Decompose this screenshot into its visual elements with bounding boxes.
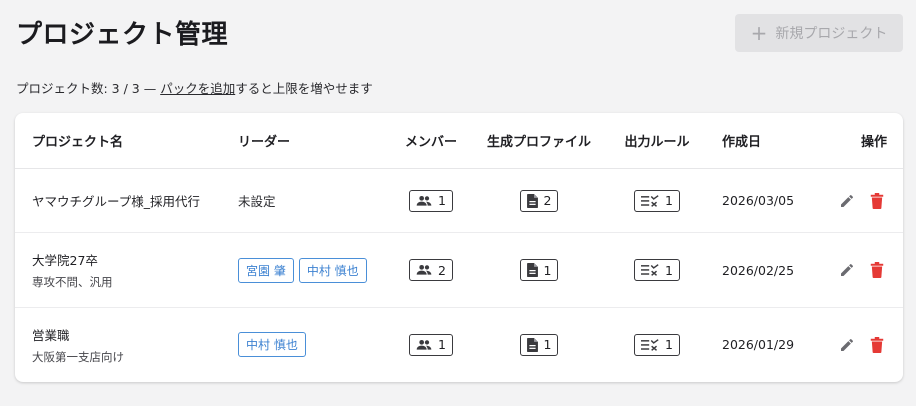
trash-icon[interactable] xyxy=(867,260,887,280)
members-count: 1 xyxy=(438,193,446,208)
profile-badge[interactable]: 2 xyxy=(519,189,559,212)
date-cell: 2026/03/05 xyxy=(722,169,822,232)
created-date: 2026/01/29 xyxy=(722,337,795,352)
rule-count: 1 xyxy=(665,193,673,208)
trash-icon[interactable] xyxy=(867,191,887,211)
profile-badge[interactable]: 1 xyxy=(519,259,559,281)
members-badge[interactable]: 1 xyxy=(409,333,453,356)
project-name: 営業職 xyxy=(32,327,70,343)
members-badge[interactable]: 1 xyxy=(409,189,453,212)
members-cell: 1 xyxy=(401,169,461,232)
leader-cell: 中村 慎也 xyxy=(238,308,398,381)
rule-cell: 1 xyxy=(615,169,699,232)
rule-cell: 1 xyxy=(615,308,699,381)
members-count: 2 xyxy=(438,262,446,278)
pencil-icon[interactable] xyxy=(837,260,857,280)
document-icon xyxy=(526,193,538,208)
column-header-leader: リーダー xyxy=(238,135,291,150)
project-name: 大学院27卒 xyxy=(32,253,98,268)
ops-cell xyxy=(823,233,887,307)
project-name: ヤマウチグループ様_採用代行 xyxy=(32,194,201,209)
name-cell: 大学院27卒専攻不問、汎用 xyxy=(32,233,232,307)
rule-badge[interactable]: 1 xyxy=(634,189,680,212)
document-icon xyxy=(526,263,538,277)
new-project-button[interactable]: + 新規プロジェクト xyxy=(735,14,903,52)
add-pack-link[interactable]: パックを追加 xyxy=(160,81,235,96)
members-badge[interactable]: 2 xyxy=(409,259,453,281)
document-icon xyxy=(526,337,538,352)
project-count-suffix: すると上限を増やせます xyxy=(235,81,373,96)
column-header-ops: 操作 xyxy=(860,135,887,150)
people-icon xyxy=(416,195,432,207)
pencil-icon[interactable] xyxy=(837,335,857,355)
leader-chip[interactable]: 中村 慎也 xyxy=(238,332,306,357)
trash-icon[interactable] xyxy=(867,335,887,355)
members-cell: 2 xyxy=(401,233,461,307)
profile-cell: 1 xyxy=(481,233,597,307)
pencil-icon[interactable] xyxy=(837,191,857,211)
rule-count: 1 xyxy=(665,262,673,278)
leader-cell: 未設定 xyxy=(238,169,398,232)
new-project-label: 新規プロジェクト xyxy=(775,26,888,42)
date-cell: 2026/02/25 xyxy=(722,233,822,307)
project-description: 大阪第一支店向け xyxy=(32,349,124,364)
rule-badge[interactable]: 1 xyxy=(634,259,680,281)
leader-unset: 未設定 xyxy=(238,194,276,209)
profile-count: 1 xyxy=(543,262,552,278)
profile-badge[interactable]: 1 xyxy=(519,333,559,356)
profile-cell: 1 xyxy=(481,308,597,381)
name-cell: ヤマウチグループ様_採用代行 xyxy=(32,169,232,232)
created-date: 2026/02/25 xyxy=(722,262,795,278)
table-row[interactable]: 大学院27卒 専攻不問、汎用 宮園 肇中村 慎也 2 1 1 2026/02/25 xyxy=(15,233,903,308)
profile-count: 2 xyxy=(543,193,552,208)
leader-chip[interactable]: 宮園 肇 xyxy=(238,257,294,283)
profile-cell: 2 xyxy=(481,169,597,232)
column-header-date: 作成日 xyxy=(722,135,762,150)
table-row[interactable]: 営業職 大阪第一支店向け 中村 慎也 1 1 1 2026/01/29 xyxy=(15,308,903,381)
column-header-profile: 生成プロファイル xyxy=(486,135,591,150)
column-header-members: メンバー xyxy=(404,135,457,150)
created-date: 2026/03/05 xyxy=(722,193,795,208)
rule-list-icon xyxy=(641,194,659,207)
profile-count: 1 xyxy=(543,337,552,352)
table-row[interactable]: ヤマウチグループ様_採用代行 未設定 1 2 1 2026/03/05 xyxy=(15,169,903,233)
people-icon xyxy=(416,264,432,276)
people-icon xyxy=(416,339,432,351)
rule-count: 1 xyxy=(665,337,673,352)
members-cell: 1 xyxy=(401,308,461,381)
leader-cell: 宮園 肇中村 慎也 xyxy=(238,233,398,307)
project-count-line: プロジェクト数: 3 / 3 — パックを追加すると上限を増やせます xyxy=(16,78,373,97)
page-title: プロジェクト管理 xyxy=(16,20,229,50)
leader-chip[interactable]: 中村 慎也 xyxy=(298,257,367,283)
rule-cell: 1 xyxy=(615,233,699,307)
column-header-rule: 出力ルール xyxy=(624,135,690,150)
date-cell: 2026/01/29 xyxy=(722,308,822,381)
rule-list-icon xyxy=(641,264,659,276)
members-count: 1 xyxy=(438,337,446,352)
rule-list-icon xyxy=(641,338,659,351)
plus-icon: + xyxy=(750,21,768,45)
projects-table: プロジェクト名 リーダー メンバー 生成プロファイル 出力ルール 作成日 操作 … xyxy=(15,113,903,382)
project-count-text: プロジェクト数: 3 / 3 — xyxy=(16,81,161,96)
rule-badge[interactable]: 1 xyxy=(634,333,680,356)
ops-cell xyxy=(823,308,887,381)
table-header: プロジェクト名 リーダー メンバー 生成プロファイル 出力ルール 作成日 操作 xyxy=(15,113,903,169)
ops-cell xyxy=(823,169,887,232)
name-cell: 営業職大阪第一支店向け xyxy=(32,308,232,381)
column-header-name: プロジェクト名 xyxy=(32,135,124,150)
project-description: 専攻不問、汎用 xyxy=(32,275,113,289)
